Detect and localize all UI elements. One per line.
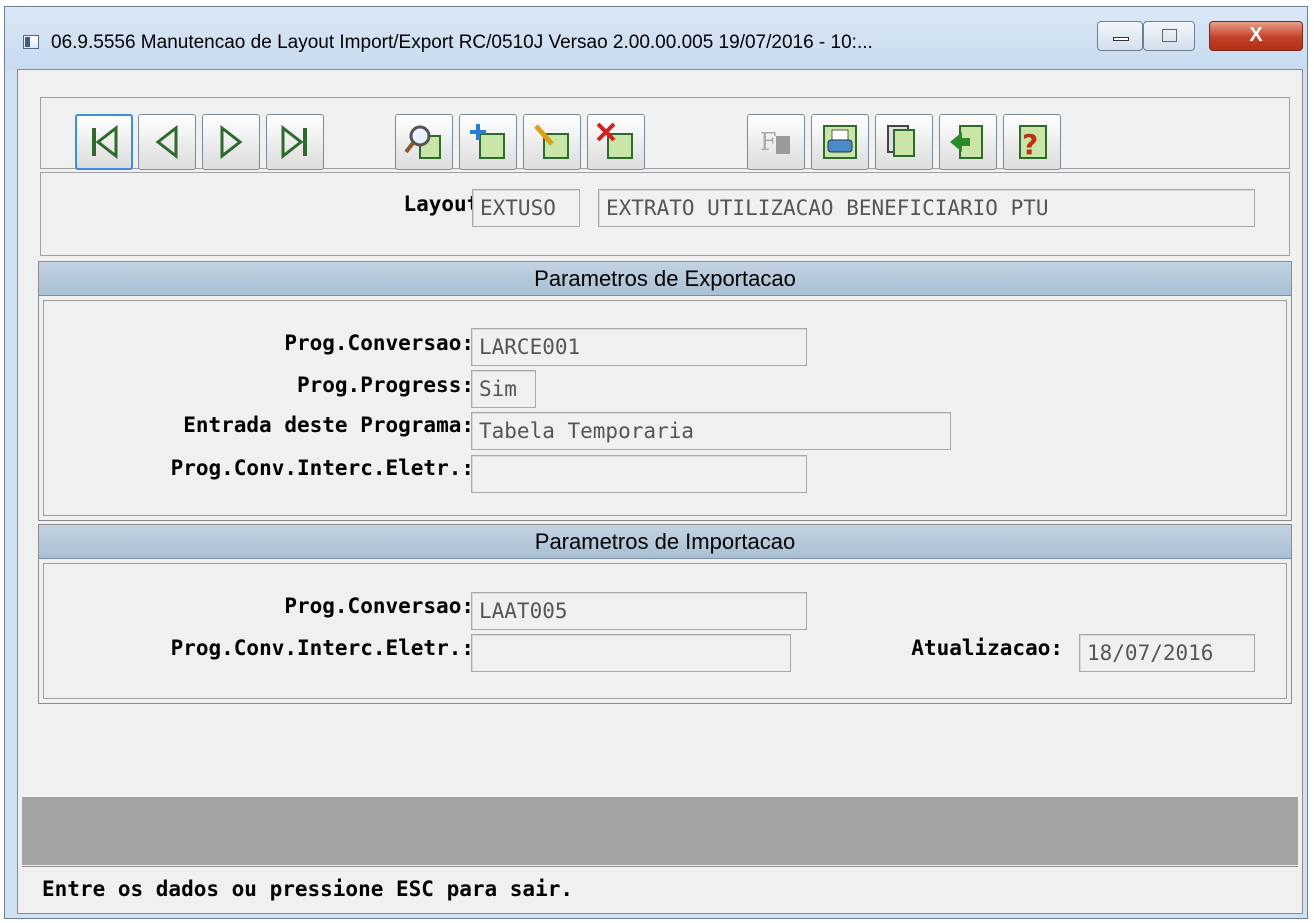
status-message: Entre os dados ou pressione ESC para sai… (42, 877, 574, 901)
import-prog-conversao-label: Prog.Conversao: (284, 594, 474, 618)
search-icon (396, 115, 452, 169)
close-button[interactable]: X (1209, 21, 1303, 51)
export-prog-conv-interc-label: Prog.Conv.Interc.Eletr.: (170, 456, 474, 480)
window-title: 06.9.5556 Manutencao de Layout Import/Ex… (51, 32, 873, 53)
svg-text:F: F (760, 128, 777, 156)
search-button[interactable] (395, 114, 453, 170)
export-parameters-header: Parametros de Exportacao (39, 262, 1291, 296)
add-icon (460, 115, 516, 169)
import-parameters-header: Parametros de Importacao (39, 525, 1291, 559)
message-band (22, 797, 1298, 865)
previous-icon (139, 115, 195, 169)
last-record-button[interactable] (266, 114, 324, 170)
print-button[interactable] (811, 114, 869, 170)
minimize-button[interactable] (1097, 21, 1143, 51)
import-prog-conversao-field[interactable]: LAAT005 (471, 592, 807, 630)
svg-text:?: ? (1022, 128, 1038, 161)
next-icon (203, 115, 259, 169)
export-parameters-section: Parametros de Exportacao Prog.Conversao:… (38, 261, 1292, 521)
maximize-icon (1162, 29, 1177, 42)
first-icon (77, 116, 131, 168)
copy-button[interactable] (875, 114, 933, 170)
toolbar: F ? (40, 97, 1290, 170)
layout-code-field[interactable]: EXTUSO (472, 189, 580, 227)
exit-icon (940, 115, 996, 169)
import-prog-conv-interc-field[interactable] (471, 634, 791, 672)
minimize-icon (1113, 37, 1129, 41)
help-button[interactable]: ? (1003, 114, 1061, 170)
import-atualizacao-field[interactable]: 18/07/2016 (1079, 634, 1255, 672)
export-prog-conv-interc-field[interactable] (471, 455, 807, 493)
help-icon: ? (1004, 115, 1060, 169)
export-prog-progress-field[interactable]: Sim (471, 370, 536, 408)
app-window: 06.9.5556 Manutencao de Layout Import/Ex… (4, 6, 1308, 919)
import-parameters-frame (43, 563, 1287, 699)
copy-icon (876, 115, 932, 169)
first-record-button[interactable] (75, 114, 133, 170)
export-prog-conversao-field[interactable]: LARCE001 (471, 328, 807, 366)
maximize-button[interactable] (1143, 21, 1195, 51)
add-button[interactable] (459, 114, 517, 170)
previous-record-button[interactable] (138, 114, 196, 170)
edit-icon (524, 115, 580, 169)
client-area: F ? Layout: EXTUSO EXTRATO UTILIZACAO BE… (17, 69, 1303, 914)
export-entrada-field[interactable]: Tabela Temporaria (471, 412, 951, 450)
import-parameters-section: Parametros de Importacao Prog.Conversao:… (38, 524, 1292, 704)
status-bar: Entre os dados ou pressione ESC para sai… (22, 866, 1298, 913)
export-prog-conversao-label: Prog.Conversao: (284, 331, 474, 355)
import-prog-conv-interc-label: Prog.Conv.Interc.Eletr.: (170, 636, 474, 660)
delete-icon (588, 115, 644, 169)
delete-button[interactable] (587, 114, 645, 170)
import-atualizacao-label: Atualizacao: (911, 636, 1063, 660)
edit-button[interactable] (523, 114, 581, 170)
layout-panel: Layout: EXTUSO EXTRATO UTILIZACAO BENEFI… (40, 172, 1290, 256)
exit-button[interactable] (939, 114, 997, 170)
next-record-button[interactable] (202, 114, 260, 170)
close-icon: X (1249, 24, 1263, 46)
print-icon (812, 115, 868, 169)
layout-description-field[interactable]: EXTRATO UTILIZACAO BENEFICIARIO PTU (598, 189, 1255, 227)
export-entrada-label: Entrada deste Programa: (183, 413, 474, 437)
last-icon (267, 115, 323, 169)
filter-icon: F (748, 115, 804, 169)
filter-button[interactable]: F (747, 114, 805, 170)
app-icon[interactable] (23, 35, 39, 49)
title-bar[interactable]: 06.9.5556 Manutencao de Layout Import/Ex… (5, 7, 1307, 69)
export-prog-progress-label: Prog.Progress: (296, 373, 474, 397)
